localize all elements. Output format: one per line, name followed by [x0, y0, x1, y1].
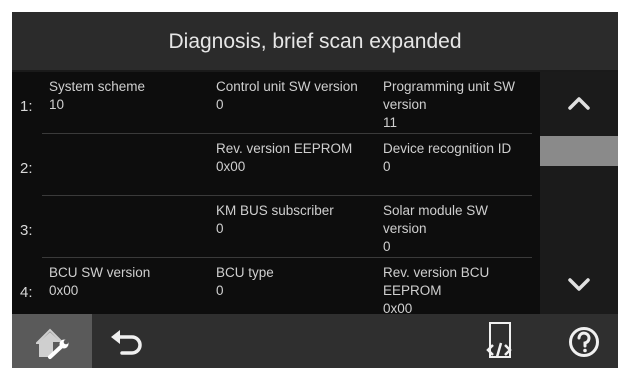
- list-cell: KM BUS subscriber 0: [216, 202, 376, 238]
- document-code-button[interactable]: [464, 314, 534, 368]
- cell-label: Programming unit SW version: [383, 79, 516, 112]
- back-button[interactable]: [92, 314, 162, 368]
- document-code-icon: [486, 322, 512, 358]
- row-number: 2:: [20, 160, 33, 177]
- cell-value: 0: [383, 239, 391, 254]
- cell-label: Control unit SW version: [216, 79, 358, 94]
- home-wrench-icon: [36, 328, 69, 359]
- help-button[interactable]: [548, 314, 618, 368]
- scroll-thumb[interactable]: [540, 136, 618, 166]
- cell-label: Rev. version EEPROM: [216, 141, 353, 156]
- cell-value: 0: [216, 283, 224, 298]
- diagnosis-list: 1: System scheme 10 Control unit SW vers…: [12, 72, 540, 316]
- cell-label: Solar module SW version: [383, 203, 489, 236]
- list-item: 1: System scheme 10 Control unit SW vers…: [12, 72, 532, 134]
- screen: Diagnosis, brief scan expanded 1: System…: [12, 12, 618, 368]
- cell-value: 11: [383, 115, 398, 130]
- list-cell: BCU type 0: [216, 264, 376, 300]
- cell-value: 0: [216, 221, 224, 236]
- list-cell: Control unit SW version 0: [216, 78, 376, 114]
- cell-label: BCU SW version: [49, 265, 151, 280]
- list-item: 4: BCU SW version 0x00 BCU type 0 Rev. v…: [12, 258, 532, 316]
- cell-value: 0x00: [49, 283, 79, 298]
- list-item: 2: Rev. version EEPROM 0x00 Device recog…: [12, 134, 532, 196]
- title-bar: Diagnosis, brief scan expanded: [12, 12, 618, 72]
- scrollbar[interactable]: [540, 72, 618, 316]
- list-cell: System scheme 10: [49, 78, 199, 114]
- home-button[interactable]: [12, 314, 92, 368]
- bottom-toolbar: [12, 314, 618, 368]
- scroll-down-button[interactable]: [540, 254, 618, 316]
- cell-value: 0: [216, 97, 224, 112]
- row-number: 4:: [20, 284, 33, 301]
- chevron-down-icon: [568, 278, 590, 291]
- list-cell: Rev. version EEPROM 0x00: [216, 140, 376, 176]
- cell-label: Rev. version BCU EEPROM: [383, 265, 490, 298]
- page-title: Diagnosis, brief scan expanded: [168, 30, 462, 53]
- cell-label: Device recognition ID: [383, 141, 512, 156]
- list-cell: Programming unit SW version 11: [383, 78, 533, 132]
- list-item: 3: KM BUS subscriber 0 Solar module SW v…: [12, 196, 532, 258]
- list-cell: Device recognition ID 0: [383, 140, 533, 176]
- row-number: 1:: [20, 98, 33, 115]
- cell-value: 10: [49, 97, 65, 112]
- scroll-up-button[interactable]: [540, 72, 618, 134]
- list-cell: BCU SW version 0x00: [49, 264, 199, 300]
- help-question-icon: [569, 327, 599, 357]
- cell-value: 0: [383, 159, 391, 174]
- cell-label: System scheme: [49, 79, 146, 94]
- row-number: 3:: [20, 222, 33, 239]
- cell-value: 0x00: [216, 159, 246, 174]
- back-arrow-icon: [111, 330, 142, 355]
- list-cell: Rev. version BCU EEPROM 0x00: [383, 264, 533, 316]
- cell-label: BCU type: [216, 265, 274, 280]
- cell-label: KM BUS subscriber: [216, 203, 334, 218]
- list-cell: Solar module SW version 0: [383, 202, 533, 256]
- chevron-up-icon: [568, 97, 590, 110]
